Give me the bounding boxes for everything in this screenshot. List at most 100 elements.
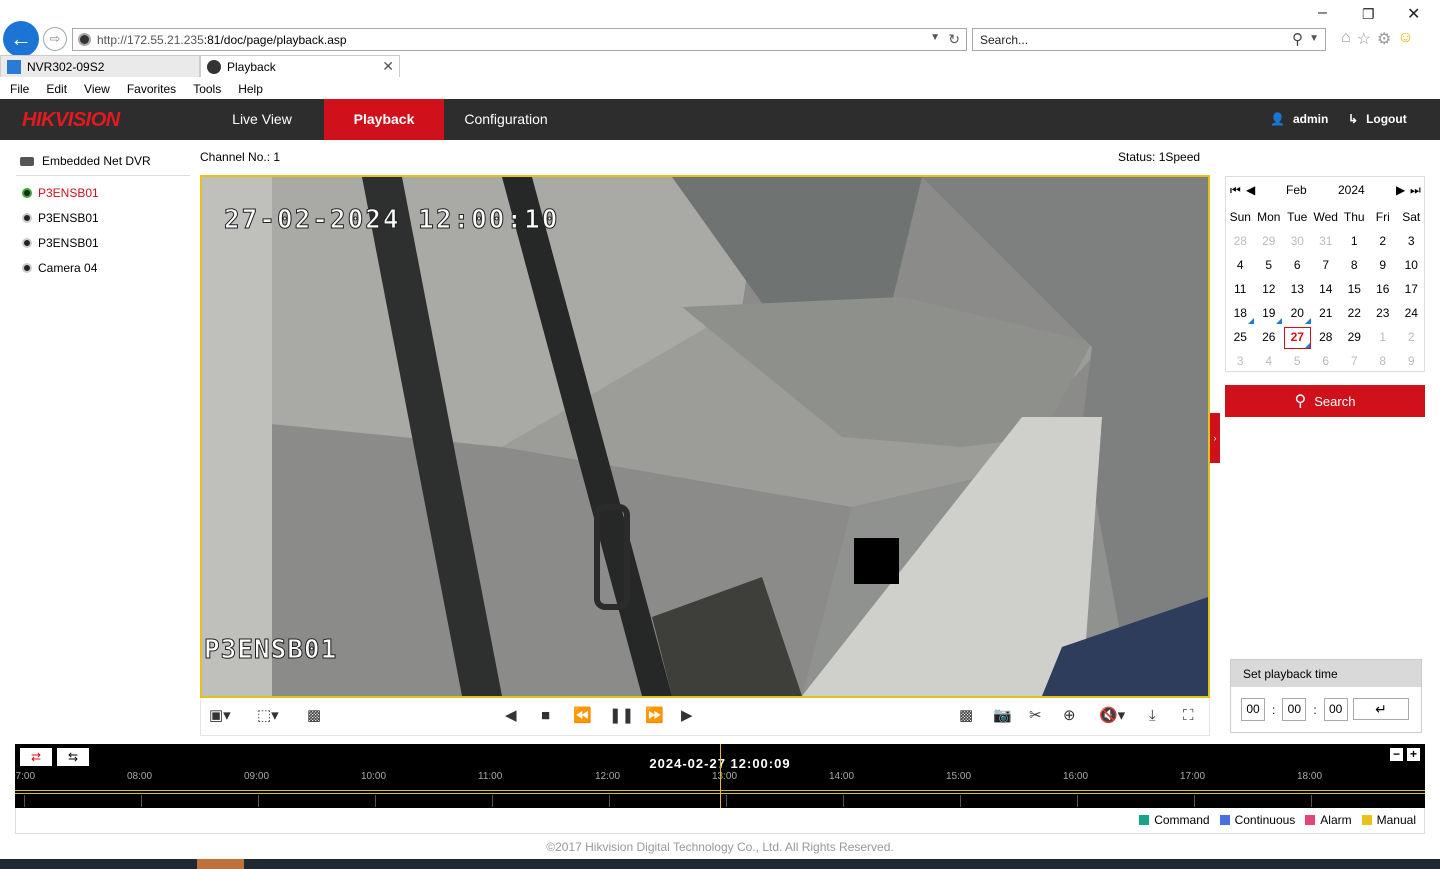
home-icon[interactable]: ⌂ <box>1341 29 1351 49</box>
favorites-star-icon[interactable]: ☆ <box>1357 29 1371 49</box>
close-icon[interactable]: ✕ <box>1407 4 1420 24</box>
menu-favorites[interactable]: Favorites <box>127 82 176 98</box>
prev-month-icon[interactable]: ◀ <box>1246 183 1255 197</box>
calendar-day[interactable]: 29 <box>1340 325 1369 349</box>
search-icon[interactable]: ⚲ <box>1292 30 1303 48</box>
calendar-day[interactable]: 16 <box>1369 277 1398 301</box>
camera-item-3[interactable]: P3ENSB01 <box>22 236 99 250</box>
user-menu[interactable]: 👤 admin <box>1270 112 1328 126</box>
nav-configuration[interactable]: Configuration <box>446 99 566 140</box>
menu-help[interactable]: Help <box>238 82 263 98</box>
download-icon[interactable]: ⤓ <box>1149 706 1156 726</box>
calendar-day[interactable]: 18 <box>1226 301 1255 325</box>
calendar-day[interactable]: 17 <box>1397 277 1426 301</box>
calendar-month[interactable]: Feb <box>1286 183 1307 197</box>
calendar-day[interactable]: 20 <box>1283 301 1312 325</box>
calendar-day[interactable]: 3 <box>1397 229 1426 253</box>
feedback-smiley-icon[interactable]: ☺ <box>1397 29 1413 49</box>
calendar-day[interactable]: 14 <box>1312 277 1341 301</box>
search-button[interactable]: ⚲ Search <box>1225 385 1425 417</box>
calendar-day[interactable]: 22 <box>1340 301 1369 325</box>
camera-item-4[interactable]: Camera 04 <box>22 261 97 275</box>
address-url[interactable]: http://172.55.21.235:81/doc/page/playbac… <box>97 33 347 47</box>
calendar-day[interactable]: 6 <box>1283 253 1312 277</box>
calendar-day[interactable]: 31 <box>1312 229 1341 253</box>
menu-view[interactable]: View <box>84 82 110 98</box>
calendar-day[interactable]: 6 <box>1312 349 1341 373</box>
second-input[interactable]: 00 <box>1323 698 1348 721</box>
camera-item-1[interactable]: P3ENSB01 <box>22 186 99 200</box>
zoom-in-icon[interactable]: + <box>1407 748 1420 761</box>
calendar-day[interactable]: 12 <box>1255 277 1284 301</box>
back-button[interactable]: ← <box>3 21 39 57</box>
minimize-icon[interactable]: – <box>1318 4 1327 22</box>
calendar-day[interactable]: 15 <box>1340 277 1369 301</box>
calendar-day[interactable]: 19 <box>1255 301 1284 325</box>
calendar-day[interactable]: 1 <box>1369 325 1398 349</box>
snapshot-camera-icon[interactable]: 📷 <box>993 706 1012 726</box>
calendar-day[interactable]: 3 <box>1226 349 1255 373</box>
mute-audio-icon[interactable]: 🔇▾ <box>1099 706 1125 726</box>
calendar-day[interactable]: 4 <box>1226 253 1255 277</box>
clip-record-icon[interactable]: ▩ <box>959 706 973 726</box>
menu-tools[interactable]: Tools <box>193 82 221 98</box>
calendar-day[interactable]: 26 <box>1255 325 1284 349</box>
calendar-day[interactable]: 4 <box>1255 349 1284 373</box>
hour-input[interactable]: 00 <box>1241 698 1265 721</box>
device-node[interactable]: Embedded Net DVR <box>20 154 151 168</box>
previous-frame-icon[interactable]: ◀ <box>505 706 517 726</box>
calendar-day[interactable]: 7 <box>1312 253 1341 277</box>
minute-input[interactable]: 00 <box>1282 698 1307 721</box>
taskbar-app[interactable] <box>197 859 244 869</box>
calendar-day[interactable]: 8 <box>1369 349 1398 373</box>
timeline[interactable]: ⇄ ⇆ 2024-02-27 12:00:09 06:0007:0008:000… <box>15 744 1425 808</box>
calendar-day[interactable]: 2 <box>1397 325 1426 349</box>
next-frame-icon[interactable]: ▶ <box>681 706 693 726</box>
next-year-icon[interactable]: ⏭ <box>1410 183 1421 198</box>
calendar-year[interactable]: 2024 <box>1338 183 1365 197</box>
slow-rewind-icon[interactable]: ⏪ <box>573 706 592 726</box>
window-layout-icon[interactable]: ▣▾ <box>209 706 231 726</box>
tab-playback[interactable]: Playback ✕ <box>200 55 400 77</box>
collapse-panel-tab[interactable]: › <box>1210 413 1220 463</box>
camera-item-2[interactable]: P3ENSB01 <box>22 211 99 225</box>
search-dropdown-icon[interactable]: ▼ <box>1309 33 1319 44</box>
calendar-day[interactable]: 11 <box>1226 277 1255 301</box>
address-dropdown-icon[interactable]: ▼ <box>930 32 940 43</box>
stream-type-icon[interactable]: ▩ <box>307 706 321 726</box>
calendar-day[interactable]: 28 <box>1226 229 1255 253</box>
browser-search-box[interactable]: Search... ⚲ ▼ <box>972 28 1326 51</box>
next-month-icon[interactable]: ▶ <box>1396 183 1405 197</box>
calendar-day[interactable]: 27 <box>1283 325 1312 349</box>
calendar-day[interactable]: 24 <box>1397 301 1426 325</box>
nav-playback[interactable]: Playback <box>324 99 444 140</box>
tab-close-icon[interactable]: ✕ <box>382 58 394 75</box>
menu-edit[interactable]: Edit <box>46 82 67 98</box>
menu-file[interactable]: File <box>10 82 29 98</box>
window-select-icon[interactable]: ⬚▾ <box>257 706 279 726</box>
calendar-day[interactable]: 7 <box>1340 349 1369 373</box>
settings-gear-icon[interactable]: ⚙ <box>1377 29 1391 49</box>
apply-time-button[interactable]: ↵ <box>1353 698 1409 720</box>
restore-icon[interactable]: ❐ <box>1362 6 1375 23</box>
video-window[interactable]: 27-02-2024 12:00:10 P3ENSB01 <box>200 175 1210 698</box>
timeline-cursor[interactable] <box>720 744 721 808</box>
calendar-day[interactable]: 5 <box>1255 253 1284 277</box>
calendar-day[interactable]: 9 <box>1397 349 1426 373</box>
nav-live-view[interactable]: Live View <box>202 99 322 140</box>
calendar-day[interactable]: 28 <box>1312 325 1341 349</box>
browser-search-input[interactable]: Search... <box>980 33 1028 47</box>
logout-button[interactable]: ↳ Logout <box>1348 112 1407 126</box>
address-bar[interactable]: http://172.55.21.235:81/doc/page/playbac… <box>72 28 967 51</box>
calendar-day[interactable]: 9 <box>1369 253 1398 277</box>
calendar-day[interactable]: 23 <box>1369 301 1398 325</box>
calendar-day[interactable]: 5 <box>1283 349 1312 373</box>
digital-zoom-icon[interactable]: ⊕ <box>1063 706 1076 726</box>
calendar-day[interactable]: 2 <box>1369 229 1398 253</box>
calendar-day[interactable]: 1 <box>1340 229 1369 253</box>
refresh-icon[interactable]: ↻ <box>948 31 960 48</box>
prev-year-icon[interactable]: ⏮ <box>1230 183 1241 198</box>
calendar-day[interactable]: 29 <box>1255 229 1284 253</box>
calendar-day[interactable]: 21 <box>1312 301 1341 325</box>
zoom-out-icon[interactable]: − <box>1390 748 1403 761</box>
